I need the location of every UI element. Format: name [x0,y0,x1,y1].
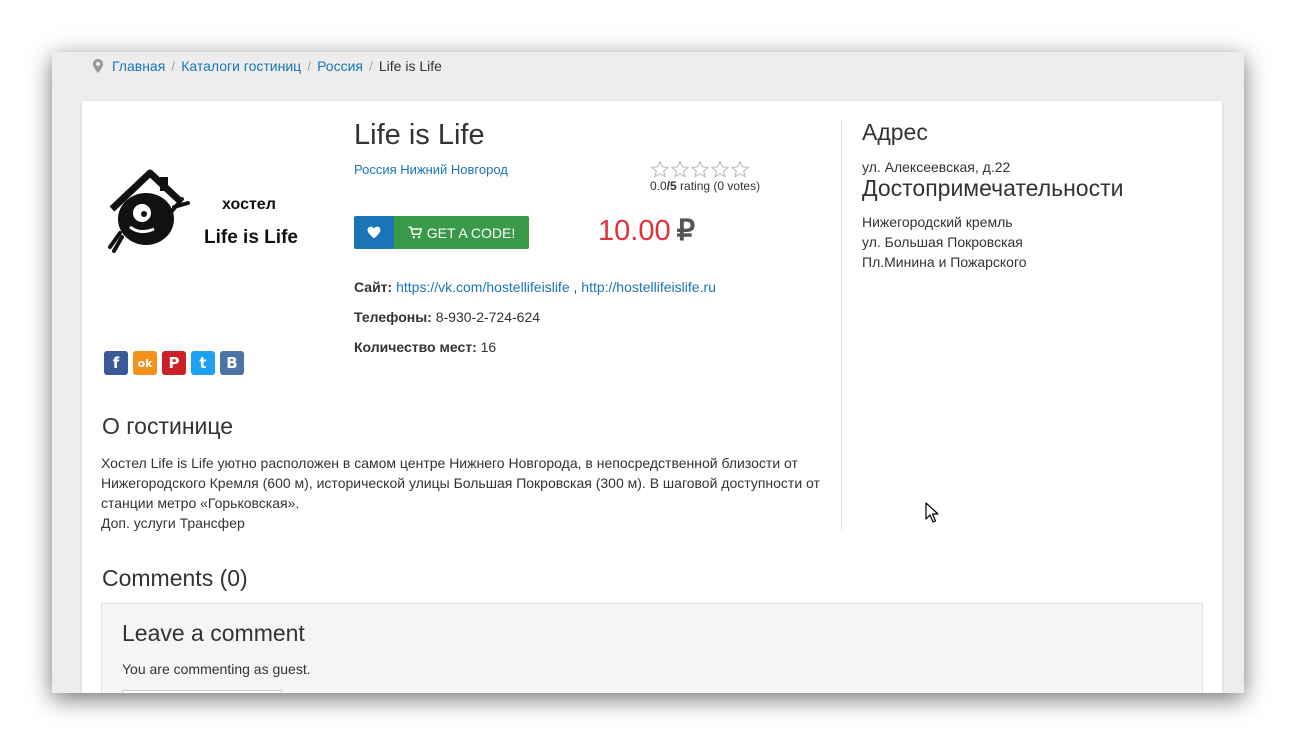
sight-item: ул. Большая Покровская [862,234,1023,250]
sight-item: Пл.Минина и Пожарского [862,254,1027,270]
address-value: ул. Алексеевская, д.22 [862,159,1011,175]
places-label: Количество мест: [354,339,477,355]
hotel-title: Life is Life [354,119,485,151]
heart-icon [367,226,381,239]
get-code-label: GET A CODE! [426,224,516,241]
about-heading: О гостинице [102,413,234,439]
breadcrumb-current: Life is Life [378,58,442,74]
rating-votes: (0 votes) [713,179,761,193]
star-icon[interactable] [711,161,729,178]
twitter-icon[interactable]: t [191,351,215,375]
breadcrumb-catalogs[interactable]: Каталоги гостиниц [181,58,301,74]
address-heading: Адрес [862,119,928,145]
breadcrumb-home[interactable]: Главная [112,58,165,74]
logo-text-top: хостел [222,196,276,213]
site-separator: , [573,279,578,295]
rating-widget: 0.0/5 rating (0 votes) [650,161,760,193]
site-label: Сайт: [354,279,393,295]
name-input[interactable] [122,690,282,693]
sights-heading: Достопримечательности [862,175,1124,201]
star-icon[interactable] [731,161,749,178]
get-code-button[interactable]: GET A CODE! [394,216,529,249]
guest-note: You are commenting as guest. [122,661,311,677]
about-text: Хостел Life is Life уютно расположен в с… [101,453,826,533]
phones-row: Телефоны: 8-930-2-724-624 [354,309,540,325]
hotel-card: хостел Life is Life f ok P t B Life is L… [82,101,1222,693]
price: 10.00 ₽ [598,213,695,248]
map-pin-icon [93,59,103,73]
column-divider [841,119,842,531]
browser-window: Главная / Каталоги гостиниц / Россия / L… [52,52,1244,693]
price-value: 10.00 [598,215,671,247]
breadcrumb: Главная / Каталоги гостиниц / Россия / L… [92,58,442,74]
sight-item: Нижегородский кремль [862,214,1013,230]
star-icon[interactable] [691,161,709,178]
rating-max: /5 [666,179,677,193]
phones-value: 8-930-2-724-624 [435,309,541,325]
comment-form: Leave a comment You are commenting as gu… [101,603,1203,693]
sights-list: Нижегородский кремль ул. Большая Покровс… [862,212,1027,272]
places-value: 16 [480,339,497,355]
vk-icon[interactable]: B [220,351,244,375]
facebook-icon[interactable]: f [104,351,128,375]
cart-icon [408,226,422,239]
places-row: Количество мест: 16 [354,339,496,355]
star-icon[interactable] [651,161,669,178]
favorite-button[interactable] [354,216,394,249]
mouse-cursor-icon [925,502,939,523]
rating-label: rating [680,179,711,193]
comments-heading: Comments (0) [102,565,248,591]
site-link-website[interactable]: http://hostellifeislife.ru [581,279,716,295]
odnoklassniki-icon[interactable]: ok [133,351,157,375]
share-buttons: f ok P t B [104,351,244,375]
currency-icon: ₽ [676,215,696,247]
star-icon[interactable] [671,161,689,178]
site-row: Сайт: https://vk.com/hostellifeislife , … [354,279,716,295]
phones-label: Телефоны: [354,309,432,325]
hotel-logo: хостел Life is Life [108,169,298,253]
about-description: Хостел Life is Life уютно расположен в с… [101,455,820,511]
breadcrumb-russia[interactable]: Россия [317,58,363,74]
about-extra: Доп. услуги Трансфер [101,515,245,531]
site-link-vk[interactable]: https://vk.com/hostellifeislife [396,279,570,295]
rating-score: 0.0 [650,179,667,193]
logo-text-bottom: Life is Life [204,227,298,248]
pinterest-icon[interactable]: P [162,351,186,375]
comment-form-heading: Leave a comment [122,620,305,646]
hotel-location-link[interactable]: Россия Нижний Новгород [354,162,508,177]
rating-stars[interactable] [651,161,760,178]
